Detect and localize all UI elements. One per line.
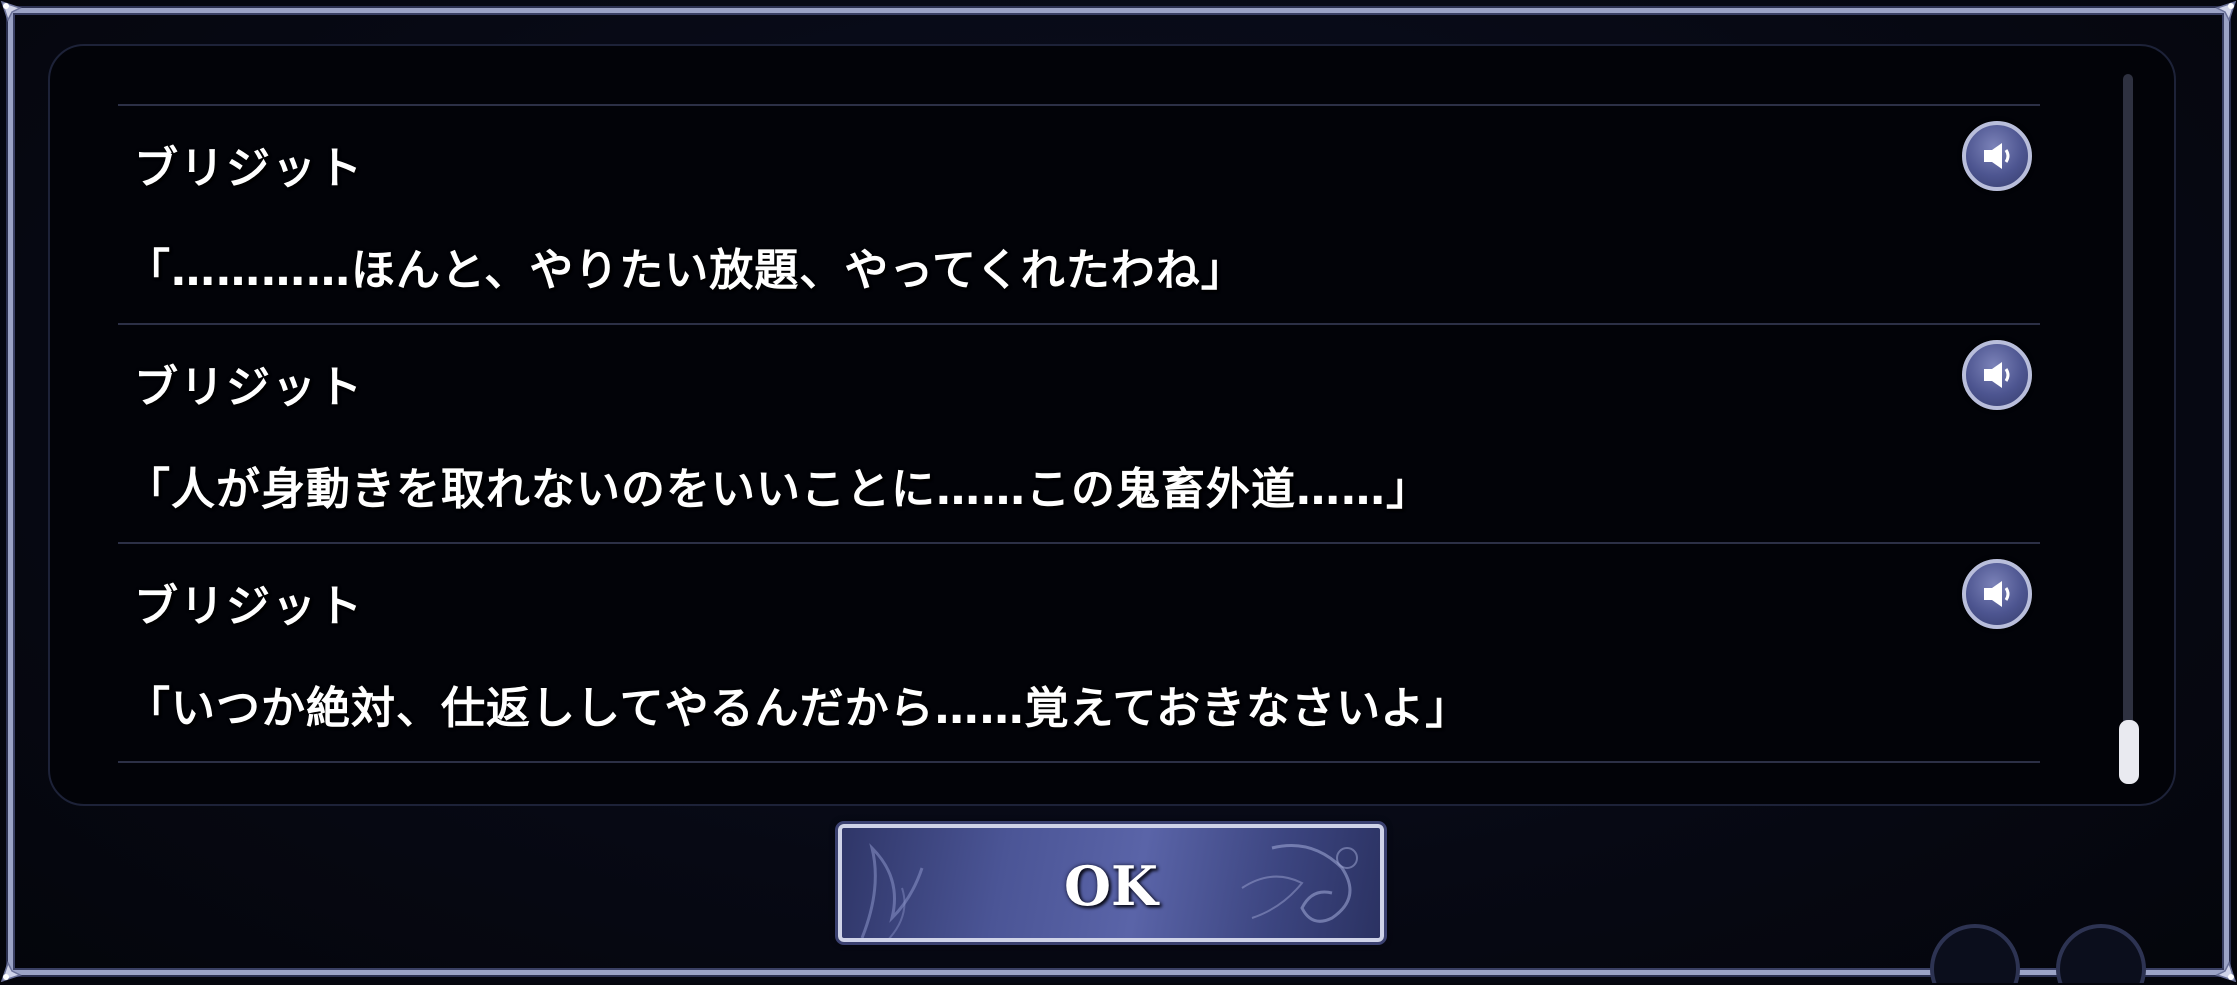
ok-button-label: OK — [1064, 854, 1158, 918]
corner-ornament-icon — [2215, 961, 2237, 983]
hidden-control-buttons — [1930, 924, 2150, 983]
speaker-icon — [1984, 362, 2010, 388]
voice-replay-button[interactable] — [1962, 121, 2032, 191]
dialogue-log-list: ブリジット 「…………ほんと、やりたい放題、やってくれたわね」 ブリジット 「人… — [118, 104, 2040, 763]
speaker-icon — [1984, 581, 2010, 607]
log-entry: ブリジット 「…………ほんと、やりたい放題、やってくれたわね」 — [118, 104, 2040, 323]
log-scrollbar[interactable] — [2119, 74, 2139, 784]
speaker-icon — [1984, 143, 2010, 169]
speaker-name: ブリジット — [134, 143, 364, 194]
voice-replay-button[interactable] — [1962, 340, 2032, 410]
backlog-window: ブリジット 「…………ほんと、やりたい放題、やってくれたわね」 ブリジット 「人… — [0, 0, 2237, 983]
ok-button[interactable]: OK — [838, 824, 1384, 942]
play-icon — [2056, 924, 2146, 983]
corner-ornament-icon — [2215, 0, 2237, 22]
dialogue-line: 「いつか絶対、仕返ししてやるんだから……覚えておきなさいよ」 — [126, 683, 1471, 734]
log-entry: ブリジット 「いつか絶対、仕返ししてやるんだから……覚えておきなさいよ」 — [118, 542, 2040, 763]
dialogue-line: 「…………ほんと、やりたい放題、やってくれたわね」 — [126, 245, 1246, 296]
corner-ornament-icon — [0, 0, 22, 22]
scrollbar-thumb[interactable] — [2119, 720, 2139, 784]
speaker-name: ブリジット — [134, 362, 364, 413]
fast-forward-icon — [1930, 924, 2020, 983]
dialogue-line: 「人が身動きを取れないのをいいことに……この鬼畜外道……」 — [126, 464, 1431, 515]
voice-replay-button[interactable] — [1962, 559, 2032, 629]
corner-ornament-icon — [0, 961, 22, 983]
log-entry: ブリジット 「人が身動きを取れないのをいいことに……この鬼畜外道……」 — [118, 323, 2040, 542]
speaker-name: ブリジット — [134, 581, 364, 632]
